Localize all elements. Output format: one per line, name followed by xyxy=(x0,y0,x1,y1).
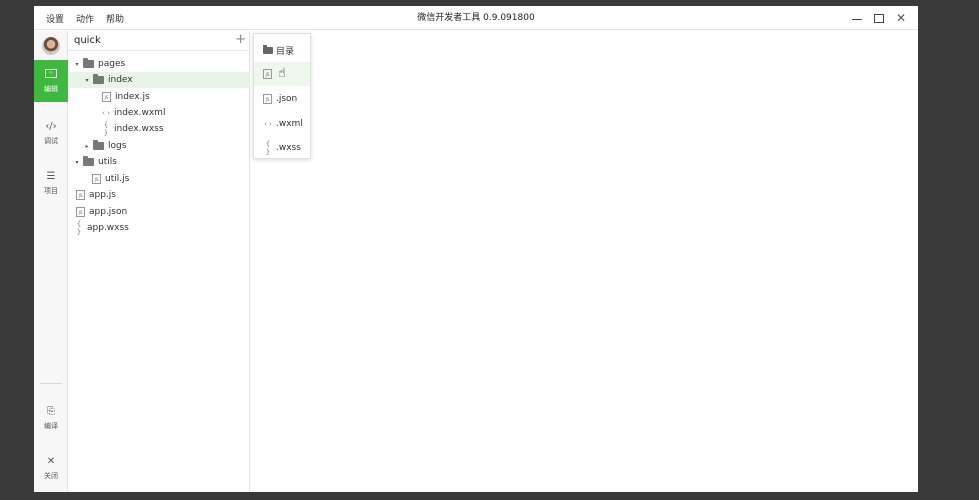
close-icon: ✕ xyxy=(895,11,907,25)
minimize-icon xyxy=(852,18,862,20)
menu-item-new-folder[interactable]: 目录 xyxy=(254,38,310,62)
sidebar-item-label: 调试 xyxy=(44,136,58,145)
menu-item-label: .json xyxy=(276,94,298,104)
hand-cursor-icon: ☝ xyxy=(278,66,286,81)
folder-icon xyxy=(83,58,94,68)
tree-row-label: index.wxml xyxy=(114,108,166,118)
folder-icon xyxy=(93,74,104,84)
tree-row-label: logs xyxy=(108,141,127,151)
wxml-file-icon: ‹ › xyxy=(264,120,272,128)
code-icon: ‹/› xyxy=(45,120,57,132)
tree-row-label: index.wxss xyxy=(114,124,164,134)
sidebar-item-edit[interactable]: ‹› 编辑 xyxy=(34,60,68,102)
maximize-button[interactable] xyxy=(868,6,890,30)
title-bar: 设置 动作 帮助 微信开发者工具 0.9.091800 ✕ xyxy=(34,6,918,30)
tree-row-label: util.js xyxy=(105,174,130,184)
tree-row-file[interactable]: { } index.wxss xyxy=(68,121,250,137)
menu-item-label: .wxml xyxy=(276,119,303,129)
tree-row-file[interactable]: JS app.js xyxy=(68,187,250,203)
tree-row-label: utils xyxy=(98,157,117,167)
expand-arrow-icon[interactable]: ▾ xyxy=(73,159,81,166)
sidebar-item-compile[interactable]: ⎘ 编译 xyxy=(34,397,68,439)
tree-row-file[interactable]: JS app.json xyxy=(68,204,250,220)
tree-row-file[interactable]: { } app.wxss xyxy=(68,220,250,236)
minimize-button[interactable] xyxy=(846,6,868,30)
tree-row-folder[interactable]: ▾ pages xyxy=(68,56,250,72)
tree-row-label: app.json xyxy=(89,207,128,217)
menu-item-label: 目录 xyxy=(276,46,295,57)
tree-row-file[interactable]: JS util.js xyxy=(68,171,250,187)
js-file-icon: JS xyxy=(76,207,85,217)
window-title: 微信开发者工具 0.9.091800 xyxy=(417,13,535,23)
tree-row-label: pages xyxy=(98,59,126,69)
sidebar-item-project[interactable]: ☰ 项目 xyxy=(34,162,68,204)
new-file-menu: 目录 JS ☝ JS .json ‹ › .wxml { } .wxss xyxy=(253,33,311,159)
js-file-icon: JS xyxy=(92,174,101,184)
folder-icon xyxy=(93,140,104,150)
sidebar-item-debug[interactable]: ‹/› 调试 xyxy=(34,112,68,154)
wxss-file-icon: { } xyxy=(265,140,271,156)
sidebar-item-close[interactable]: ✕ 关闭 xyxy=(34,447,68,489)
app-window: 设置 动作 帮助 微信开发者工具 0.9.091800 ✕ ‹› 编辑 ‹/› … xyxy=(34,6,918,492)
tree-header: quick + xyxy=(68,31,250,51)
compile-icon: ⎘ xyxy=(47,405,55,417)
js-file-icon: JS xyxy=(263,69,272,79)
tree-row-label: app.js xyxy=(89,190,116,200)
wxss-file-icon: { } xyxy=(103,121,109,137)
add-file-button[interactable]: + xyxy=(235,32,246,47)
edit-icon: ‹› xyxy=(45,68,57,82)
tree-row-file[interactable]: ‹ › index.wxml xyxy=(68,105,250,121)
wxss-file-icon: { } xyxy=(76,220,82,236)
expand-arrow-icon[interactable]: ▸ xyxy=(83,143,91,150)
tree-row-folder[interactable]: ▾ utils xyxy=(68,154,250,170)
avatar[interactable] xyxy=(42,37,60,55)
sidebar-item-label: 项目 xyxy=(44,186,58,195)
list-icon: ☰ xyxy=(46,170,56,182)
sidebar-item-label: 关闭 xyxy=(44,471,58,480)
js-file-icon: JS xyxy=(263,94,272,104)
close-window-button[interactable]: ✕ xyxy=(890,6,912,30)
project-name: quick xyxy=(74,35,101,46)
close-icon: ✕ xyxy=(46,455,56,467)
tree-row-file[interactable]: JS index.js xyxy=(68,89,250,105)
tree-row-folder[interactable]: ▸ logs xyxy=(68,138,250,154)
menu-item-label: .wxss xyxy=(276,143,301,153)
tree-row-label: index xyxy=(108,75,133,85)
tree-row-label: app.wxss xyxy=(87,223,129,233)
editor-area[interactable] xyxy=(251,31,918,492)
js-file-icon: JS xyxy=(76,190,85,200)
folder-icon xyxy=(263,44,273,54)
expand-arrow-icon[interactable]: ▾ xyxy=(83,77,91,84)
sidebar-divider xyxy=(40,383,62,384)
sidebar-item-label: 编辑 xyxy=(44,84,58,93)
tree-row-folder[interactable]: ▾ index xyxy=(68,72,250,88)
menu-item-new-wxml[interactable]: ‹ › .wxml xyxy=(254,112,310,136)
tree-row-label: index.js xyxy=(115,92,150,102)
js-file-icon: JS xyxy=(102,92,111,102)
menu-item-new-js[interactable]: JS ☝ xyxy=(254,62,310,86)
expand-arrow-icon[interactable]: ▾ xyxy=(73,61,81,68)
folder-icon xyxy=(83,156,94,166)
wxml-file-icon: ‹ › xyxy=(102,109,110,117)
menu-item-new-json[interactable]: JS .json xyxy=(254,87,310,111)
menu-item-new-wxss[interactable]: { } .wxss xyxy=(254,136,310,160)
sidebar-item-label: 编译 xyxy=(44,421,58,430)
maximize-icon xyxy=(874,13,884,23)
window-controls: ✕ xyxy=(846,6,912,30)
file-tree: quick + ▾ pages ▾ index JS index.js ‹ › … xyxy=(68,31,250,492)
left-sidebar: ‹› 编辑 ‹/› 调试 ☰ 项目 ⎘ 编译 ✕ 关闭 xyxy=(34,31,68,492)
